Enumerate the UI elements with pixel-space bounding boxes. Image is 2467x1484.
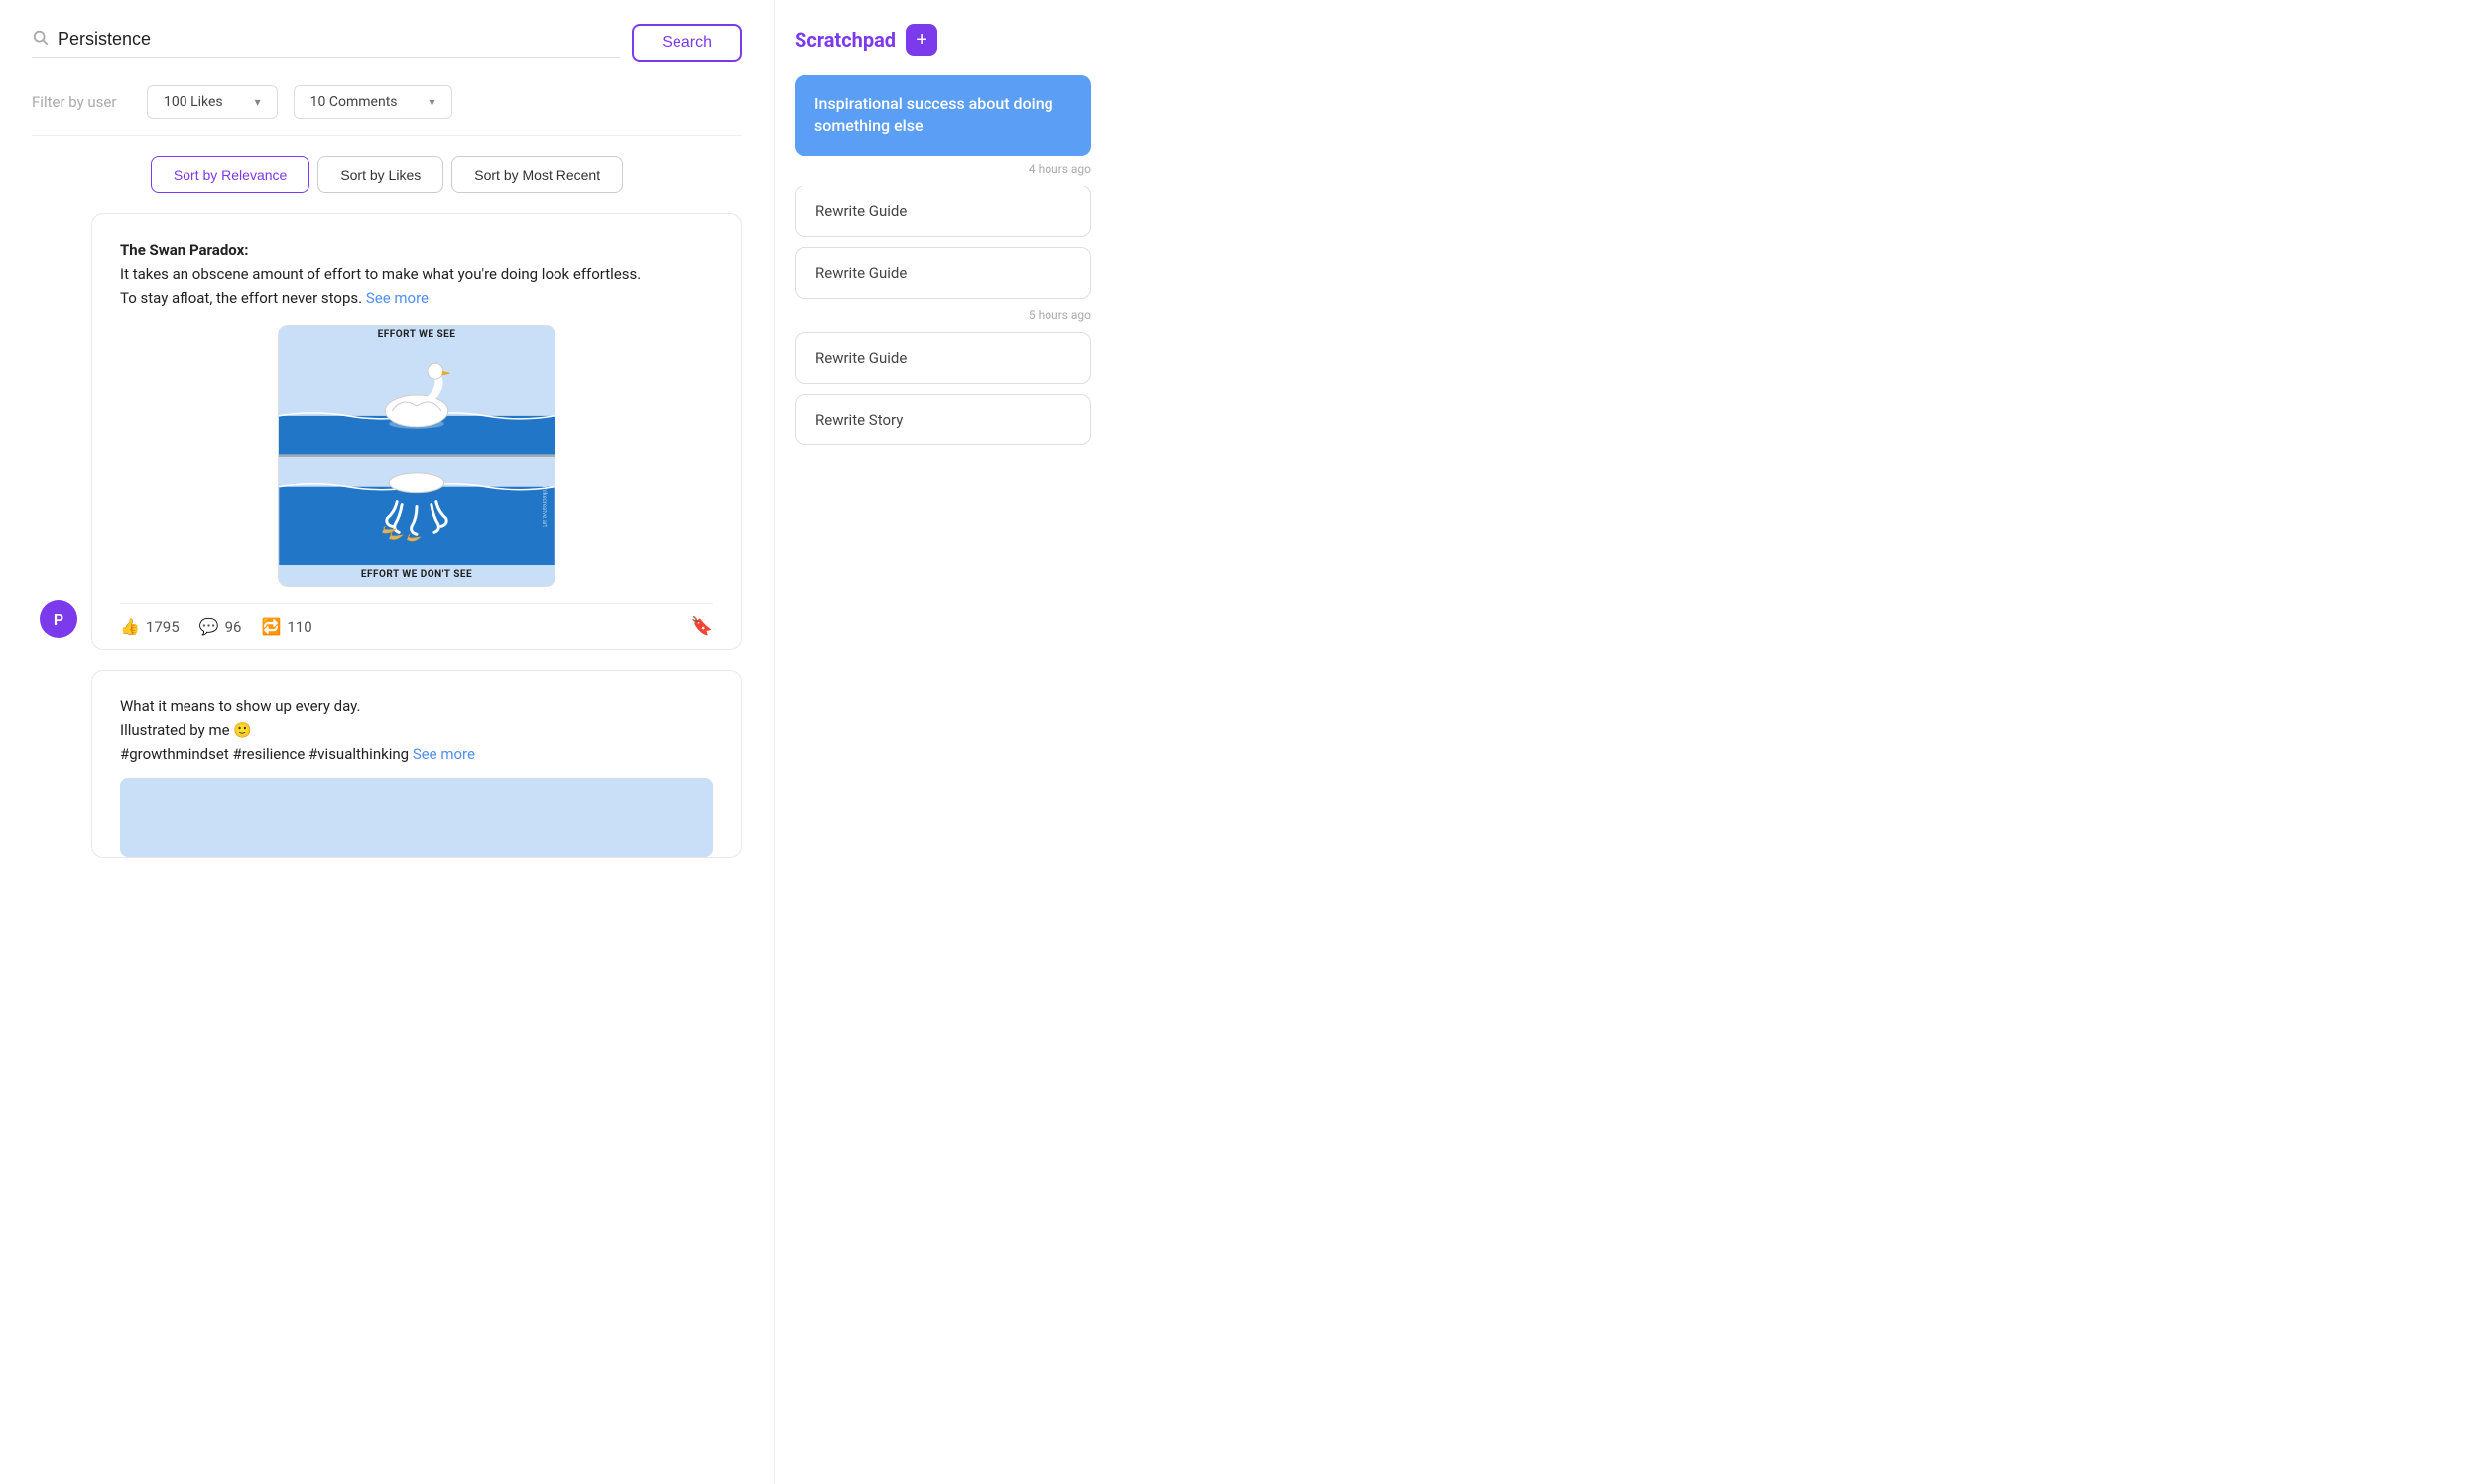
search-bar: Search — [32, 24, 742, 62]
comment-icon: 💬 — [199, 617, 219, 636]
post-card-2: What it means to show up every day. Illu… — [91, 670, 742, 858]
filter-user-label[interactable]: Filter by user — [32, 93, 131, 111]
scratchpad-active-card[interactable]: Inspirational success about doing someth… — [795, 75, 1091, 156]
post-stats-1: 👍 1795 💬 96 🔁 110 🔖 — [120, 603, 713, 649]
swan-bottom-label: EFFORT WE DON'T SEE — [279, 565, 555, 586]
comments-filter-label: 10 Comments — [310, 94, 398, 110]
shares-count: 110 — [287, 618, 311, 636]
post2-image-placeholder — [120, 778, 713, 857]
thumbs-up-icon: 👍 — [120, 617, 140, 636]
likes-stat: 👍 1795 — [120, 617, 180, 636]
see-more-link-1[interactable]: See more — [366, 289, 429, 307]
likes-filter-label: 100 Likes — [164, 94, 223, 110]
comments-filter[interactable]: 10 Comments ▾ — [294, 85, 452, 119]
likes-filter[interactable]: 100 Likes ▾ — [147, 85, 278, 119]
main-content: Search Filter by user 100 Likes ▾ 10 Com… — [0, 0, 774, 1484]
post-item-2: What it means to show up every day. Illu… — [91, 670, 742, 858]
scratchpad-card-1[interactable]: Rewrite Guide — [795, 186, 1091, 237]
sort-likes-button[interactable]: Sort by Likes — [317, 156, 443, 193]
scratchpad-card-4[interactable]: Rewrite Story — [795, 394, 1091, 445]
post2-line3: #growthmindset #resilience #visualthinki… — [120, 745, 409, 763]
post-text-2: What it means to show up every day. Illu… — [120, 694, 713, 766]
sort-relevance-button[interactable]: Sort by Relevance — [151, 156, 309, 193]
post-card-1: The Swan Paradox: It takes an obscene am… — [91, 213, 742, 650]
comments-count: 96 — [225, 618, 242, 636]
swan-top-label: EFFORT WE SEE — [279, 325, 555, 346]
scratchpad-add-button[interactable]: + — [906, 24, 937, 56]
swan-image: EFFORT WE SEE — [278, 325, 555, 587]
search-button[interactable]: Search — [632, 24, 742, 62]
avatar: P — [40, 600, 77, 638]
filters-row: Filter by user 100 Likes ▾ 10 Comments ▾ — [32, 85, 742, 136]
scratchpad-time-2: 5 hours ago — [795, 309, 1091, 322]
post-line3: To stay afloat, the effort never stops. — [120, 289, 362, 307]
sidebar: Scratchpad + Inspirational success about… — [774, 0, 1111, 1484]
post-item: P The Swan Paradox: It takes an obscene … — [91, 213, 742, 650]
bookmark-button[interactable]: 🔖 — [691, 616, 713, 637]
scratchpad-card-3[interactable]: Rewrite Guide — [795, 332, 1091, 384]
swan-bottom-svg: mikecreatve.art — [278, 457, 555, 565]
comments-chevron-icon: ▾ — [430, 95, 435, 109]
likes-count: 1795 — [146, 618, 180, 636]
sort-buttons-row: Sort by Relevance Sort by Likes Sort by … — [32, 156, 742, 193]
search-icon — [32, 29, 50, 51]
post2-line1: What it means to show up every day. — [120, 697, 360, 715]
swan-panel-bottom: mikecreatve.art EFFORT WE DON'T SEE — [279, 457, 555, 586]
swan-panel-top: EFFORT WE SEE — [279, 326, 555, 455]
scratchpad-active-time: 4 hours ago — [795, 162, 1091, 176]
share-icon: 🔁 — [261, 617, 281, 636]
shares-stat: 🔁 110 — [261, 617, 311, 636]
sort-recent-button[interactable]: Sort by Most Recent — [451, 156, 623, 193]
scratchpad-title: Scratchpad — [795, 28, 896, 52]
see-more-link-2[interactable]: See more — [413, 745, 475, 763]
swan-top-svg — [279, 346, 555, 455]
post2-line2: Illustrated by me 🙂 — [120, 721, 252, 739]
search-input-wrap — [32, 29, 620, 58]
comments-stat: 💬 96 — [199, 617, 242, 636]
search-input[interactable] — [58, 29, 620, 50]
svg-text:mikecreatve.art: mikecreatve.art — [541, 486, 548, 527]
post-line2: It takes an obscene amount of effort to … — [120, 265, 641, 283]
post-line1: The Swan Paradox: — [120, 241, 248, 259]
sidebar-header: Scratchpad + — [795, 24, 1091, 56]
post-text-1: The Swan Paradox: It takes an obscene am… — [120, 238, 713, 309]
scratchpad-card-2[interactable]: Rewrite Guide — [795, 247, 1091, 299]
likes-chevron-icon: ▾ — [255, 95, 261, 109]
